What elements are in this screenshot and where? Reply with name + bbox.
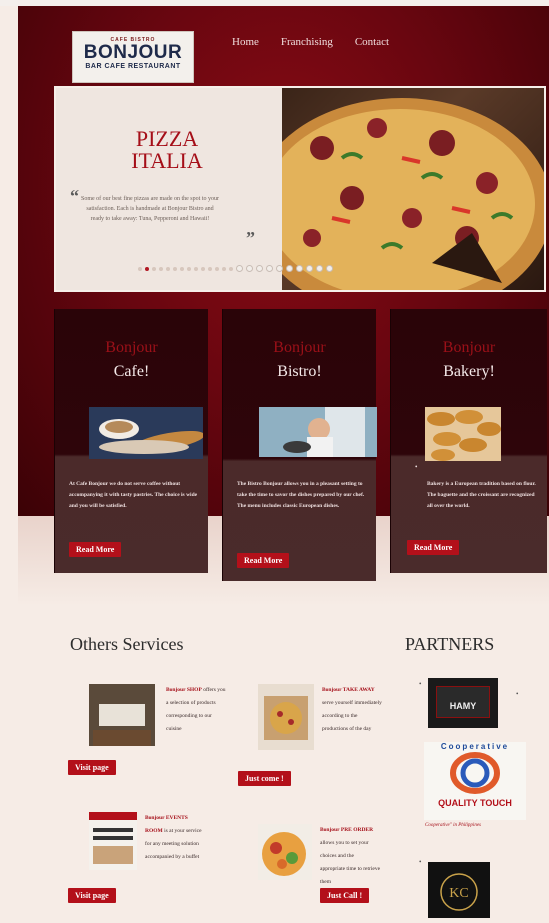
shop-title: Bonjour SHOP [166,687,202,693]
slide-title-line2: ITALIA [131,148,203,173]
read-more-button[interactable]: Read More [237,553,290,568]
partner-kc-logo[interactable]: KC [428,862,490,918]
slider-dot[interactable] [138,266,142,271]
preorder-title: Bonjour PRE ORDER [320,827,374,833]
slider-dots[interactable] [138,265,333,272]
quality-touch-swirl-icon [450,752,500,794]
logo-main-text: BONJOUR [83,42,183,63]
card-title-name: Bistro! [277,363,322,380]
partner-hamy-logo[interactable]: HAMY [428,678,498,728]
partner-qt-name: QUALITY TOUCH [438,798,512,808]
partner-qt-top: Cooperative [440,742,510,751]
read-more-button[interactable]: Read More [69,542,122,557]
slider-dot[interactable] [286,265,293,272]
events-image [89,812,137,870]
card-bakery: Bonjour Bakery! • Bakery is a European t… [390,309,547,573]
nav-home[interactable]: Home [232,36,259,48]
card-description: At Cafe Bonjour we do not serve coffee w… [69,481,198,509]
card-description: Bakery is a European tradition based on … [427,481,536,509]
partner-quality-touch-logo[interactable]: Cooperative QUALITY TOUCH [424,742,526,820]
slider-dot[interactable] [266,265,273,272]
preorder-text: Bonjour PRE ORDER allows you to set your… [320,824,380,889]
croissant-image [425,407,501,461]
takeaway-description: serve yourself immediately according to … [322,700,382,732]
nav-franchising[interactable]: Franchising [281,36,333,48]
slider-dot[interactable] [180,266,184,271]
nav-contact[interactable]: Contact [355,36,389,48]
main-nav: Home Franchising Contact [232,36,389,48]
chef-image [259,407,377,457]
card-bistro: Bonjour Bistro! The Bistro Bonjour allow… [222,309,377,581]
slider-dot[interactable] [194,266,198,271]
slide-title-line1: PIZZA [135,126,199,151]
card-cafe: Bonjour Cafe! At Cafe Bonjour we do not … [54,309,208,573]
preorder-call-button[interactable]: Just Call ! [320,888,370,903]
slider-dot[interactable] [166,266,170,271]
takeaway-come-button[interactable]: Just come ! [238,771,291,786]
card-description: The Bistro Bonjour allows you in a pleas… [237,481,365,509]
partners-heading: PARTNERS [405,634,495,654]
bullet-icon: • [419,858,422,866]
events-visit-button[interactable]: Visit page [68,888,116,903]
bullet-icon: • [415,463,418,471]
preorder-image [258,824,312,880]
slider-dot[interactable] [159,266,163,271]
slider-dot[interactable] [187,266,191,271]
preorder-description: allows you to set your choices and the a… [320,840,381,885]
read-more-button[interactable]: Read More [407,540,460,555]
slider-dot[interactable] [152,266,156,271]
open-quote-icon: “ [70,186,79,206]
others-services-heading: Others Services [70,634,184,654]
partner-qt-caption: Cooperative" in Philippines [425,823,481,828]
slider-dot[interactable] [215,266,219,271]
slider-dot[interactable] [208,266,212,271]
takeaway-title: Bonjour TAKE AWAY [322,687,375,693]
bullet-icon: • [419,680,422,688]
events-text: Bonjour EVENTS ROOM is at your service f… [145,812,205,864]
card-title-brand: Bonjour [442,339,496,356]
takeaway-text: Bonjour TAKE AWAY serve yourself immedia… [322,684,382,736]
card-title-name: Cafe! [113,363,150,380]
brand-logo[interactable]: CAFE BISTRO BONJOUR BAR CAFE RESTAURANT [72,31,194,83]
slider-dot[interactable] [246,265,253,272]
card-title-brand: Bonjour [273,339,326,356]
slider-dot[interactable] [296,265,303,272]
slider-dot[interactable] [173,266,177,271]
slider-dot[interactable] [145,266,149,271]
partner-hamy-name: HAMY [449,701,477,711]
slider-dot[interactable] [236,265,243,272]
card-title-brand: Bonjour [105,339,158,356]
takeaway-image [258,684,314,750]
shop-text: Bonjour SHOP offers you a selection of p… [166,684,226,736]
partner-kc-name: KC [449,886,468,901]
slide-title: PIZZA ITALIA [102,128,232,172]
slide-quote: Some of our best fine pizzas are made on… [81,196,219,222]
slider-dot[interactable] [201,266,205,271]
hero-slider[interactable]: PIZZA ITALIA “ Some of our best fine piz… [54,86,546,292]
close-quote-icon: ” [246,228,255,248]
slider-dot[interactable] [229,266,233,271]
slider-dot[interactable] [276,265,283,272]
slider-dot[interactable] [326,265,333,272]
slider-dot[interactable] [316,265,323,272]
coffee-image [89,407,205,459]
shop-description: offers you a selection of products corre… [166,687,226,732]
slider-dot[interactable] [222,266,226,271]
pizza-image [252,88,544,290]
shop-visit-button[interactable]: Visit page [68,760,116,775]
slider-dot[interactable] [306,265,313,272]
shop-image [89,684,155,746]
card-title-name: Bakery! [443,363,495,380]
slider-dot[interactable] [256,265,263,272]
bullet-icon: • [516,690,519,698]
logo-sub-text: BAR CAFE RESTAURANT [85,63,181,70]
